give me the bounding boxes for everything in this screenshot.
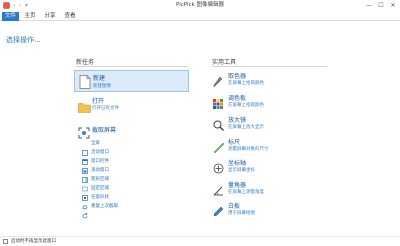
freehand-icon bbox=[82, 195, 88, 210]
magnifier-subtitle: 在屏幕上放大显示 bbox=[228, 125, 264, 130]
prompt-text: 选择操作... bbox=[6, 36, 41, 44]
new-image-card[interactable]: 新建 新建图像 bbox=[74, 70, 189, 92]
fullscreen-icon bbox=[82, 141, 88, 156]
active-window-icon bbox=[82, 150, 88, 165]
new-task-divider bbox=[76, 66, 188, 67]
title-bar: ‹ › ▾ PicPick 图像编辑器 — ☐ ✕ bbox=[0, 0, 400, 11]
whiteboard-pencil-icon bbox=[213, 202, 224, 221]
new-image-title: 新建 bbox=[93, 75, 106, 82]
whiteboard-subtitle: 用于屏幕绘图 bbox=[228, 211, 255, 216]
whiteboard-title[interactable]: 白板 bbox=[228, 201, 240, 210]
crosshair-icon bbox=[213, 159, 224, 178]
rectangle-region-icon bbox=[82, 177, 88, 192]
open-file-card[interactable]: 打开 打开已有文件 bbox=[74, 95, 189, 115]
protractor-icon bbox=[213, 181, 224, 200]
scrolling-window-icon bbox=[82, 168, 88, 183]
maximize-button[interactable]: ☐ bbox=[376, 1, 386, 10]
eyedropper-icon bbox=[213, 73, 223, 92]
folder-icon bbox=[78, 98, 91, 117]
capture-repeat-last[interactable]: 重复上次截取 bbox=[82, 203, 142, 219]
crosshair-title[interactable]: 坐标轴 bbox=[228, 158, 246, 167]
minimize-button[interactable]: — bbox=[364, 1, 374, 10]
palette-title[interactable]: 调色板 bbox=[228, 93, 246, 102]
repeat-icon bbox=[82, 204, 88, 219]
capture-fixed-region[interactable]: 固定区域 bbox=[82, 185, 142, 201]
capture-scrolling-window-label: 滚动窗口 bbox=[91, 168, 109, 173]
utilities-divider bbox=[212, 66, 327, 67]
new-document-icon bbox=[79, 74, 91, 93]
palette-icon bbox=[213, 94, 223, 113]
ruler-icon bbox=[213, 138, 225, 157]
capture-repeat-last-label: 重复上次截取 bbox=[91, 204, 118, 209]
dont-show-again-label[interactable]: 启动时不再显示此窗口 bbox=[11, 237, 56, 246]
ruler-subtitle: 测量屏幕对象的尺寸 bbox=[228, 147, 269, 152]
dont-show-again-checkbox[interactable] bbox=[3, 239, 8, 244]
new-image-subtitle: 新建图像 bbox=[93, 84, 111, 89]
capture-fixed-region-label: 固定区域 bbox=[91, 186, 109, 191]
magnifier-title[interactable]: 放大镜 bbox=[228, 115, 246, 124]
utilities-heading: 实用工具 bbox=[212, 59, 237, 66]
close-button[interactable]: ✕ bbox=[388, 1, 398, 10]
capture-window-control-label: 窗口控件 bbox=[91, 159, 109, 164]
color-picker-title[interactable]: 取色器 bbox=[228, 71, 246, 80]
palette-subtitle: 在屏幕上拾取颜色 bbox=[228, 103, 264, 108]
window-control-icon bbox=[82, 159, 88, 174]
open-file-subtitle: 打开已有文件 bbox=[92, 106, 119, 111]
tab-file[interactable]: 文件 bbox=[2, 12, 19, 21]
new-task-heading: 新任务 bbox=[76, 59, 95, 66]
tab-home[interactable]: 主页 bbox=[22, 12, 38, 21]
open-file-title: 打开 bbox=[92, 98, 105, 105]
capture-freehand-label: 任意形状 bbox=[91, 195, 109, 200]
crosshair-subtitle: 显示屏幕坐标 bbox=[228, 168, 255, 173]
magnifier-icon bbox=[213, 116, 224, 135]
capture-fullscreen[interactable]: 全屏 bbox=[82, 140, 142, 156]
protractor-title[interactable]: 量角器 bbox=[228, 180, 246, 189]
window-title: PicPick 图像编辑器 bbox=[176, 2, 224, 8]
tab-view[interactable]: 查看 bbox=[62, 12, 78, 21]
ruler-title[interactable]: 标尺 bbox=[228, 137, 240, 146]
fixed-region-icon bbox=[82, 186, 88, 201]
status-bar: 启动时不再显示此窗口 bbox=[0, 236, 400, 246]
ribbon-tabs: 文件 主页 分享 查看 bbox=[0, 11, 400, 21]
protractor-subtitle: 在屏幕上测量角度 bbox=[228, 190, 264, 195]
screen-capture-title: 截取屏幕 bbox=[92, 127, 117, 134]
capture-window-control[interactable]: 窗口控件 bbox=[82, 158, 142, 174]
screen-capture-card: 截取屏幕 bbox=[74, 123, 189, 139]
capture-scrolling-window[interactable]: 滚动窗口 bbox=[82, 167, 142, 183]
color-picker-subtitle: 在屏幕上拾取颜色 bbox=[228, 81, 264, 86]
tab-share[interactable]: 分享 bbox=[42, 12, 58, 21]
capture-rectangle-region-label: 矩形区域 bbox=[91, 177, 109, 182]
capture-active-window-label: 活动窗口 bbox=[91, 150, 109, 155]
capture-fullscreen-label: 全屏 bbox=[91, 141, 100, 146]
capture-active-window[interactable]: 活动窗口 bbox=[82, 149, 142, 165]
capture-rectangle-region[interactable]: 矩形区域 bbox=[82, 176, 142, 192]
capture-freehand[interactable]: 任意形状 bbox=[82, 194, 142, 210]
